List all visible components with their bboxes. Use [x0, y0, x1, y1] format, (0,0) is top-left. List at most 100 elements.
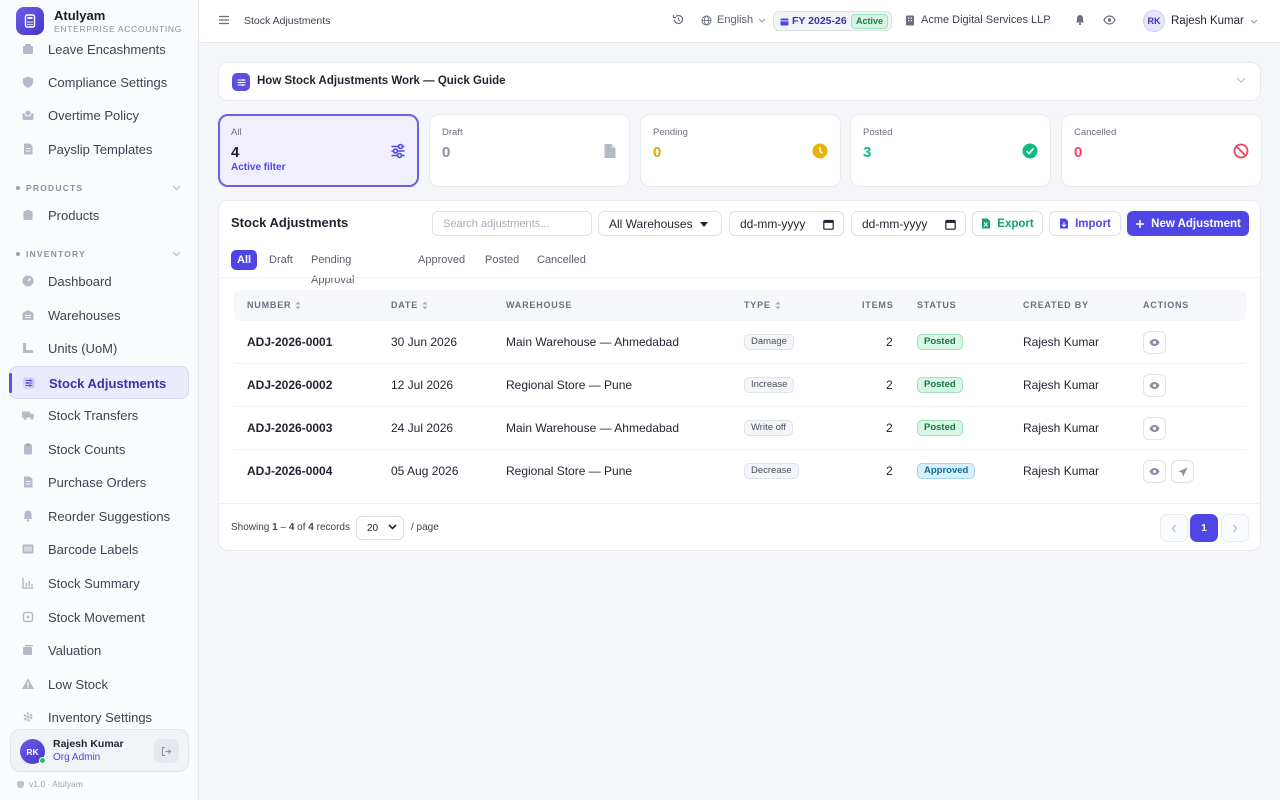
export-button[interactable]: Export	[972, 211, 1043, 236]
file-icon	[604, 144, 616, 158]
sidebar-item-reorder-suggestions[interactable]: Reorder Suggestions	[9, 500, 189, 533]
sidebar-item-leave-encashments[interactable]: Leave Encashments	[9, 42, 189, 66]
sidebar-item-stock-summary[interactable]: Stock Summary	[9, 567, 189, 600]
column-header-date[interactable]: DATE	[391, 300, 428, 310]
tab-posted[interactable]: Posted	[485, 250, 519, 270]
cell-number[interactable]: ADJ-2026-0004	[247, 464, 332, 478]
history-icon[interactable]	[672, 13, 685, 26]
table-header: NUMBER DATE WAREHOUSE TYPE ITEMS STATUS …	[234, 290, 1246, 321]
sidebar-item-compliance-settings[interactable]: Compliance Settings	[9, 66, 189, 99]
sidebar-item-stock-movement[interactable]: Stock Movement	[9, 601, 189, 634]
page-button-current[interactable]: 1	[1190, 514, 1218, 542]
column-header-status: STATUS	[917, 300, 956, 310]
cell-number[interactable]: ADJ-2026-0002	[247, 378, 332, 392]
sidebar-item-label: Stock Summary	[48, 576, 140, 591]
sidebar-item-products[interactable]: Products	[9, 199, 189, 232]
tab-cancelled[interactable]: Cancelled	[537, 250, 586, 270]
sidebar-item-purchase-orders[interactable]: Purchase Orders	[9, 466, 189, 499]
view-button[interactable]	[1143, 374, 1166, 397]
table-row[interactable]: ADJ-2026-0002 12 Jul 2026 Regional Store…	[234, 364, 1246, 407]
section-dot	[16, 252, 20, 256]
date-to-input[interactable]: dd-mm-yyyy	[851, 211, 966, 236]
column-label: DATE	[391, 300, 419, 310]
section-header-inventory[interactable]: INVENTORY	[16, 249, 86, 259]
calendar-icon[interactable]	[945, 219, 956, 230]
sidebar-item-overtime-policy[interactable]: Overtime Policy	[9, 99, 189, 132]
adjustments-panel: Stock Adjustments All Warehouses dd-mm-y…	[218, 200, 1261, 551]
sidebar-item-label: Stock Adjustments	[49, 376, 167, 391]
stat-card-all[interactable]: All 4 Active filter	[218, 114, 419, 187]
online-status-dot	[39, 757, 46, 764]
sidebar-item-warehouses[interactable]: Warehouses	[9, 299, 189, 332]
chart-icon	[20, 575, 36, 591]
chevron-down-icon[interactable]	[1236, 77, 1246, 83]
calendar-icon[interactable]	[823, 219, 834, 230]
sidebar-item-stock-counts[interactable]: Stock Counts	[9, 433, 189, 466]
language-selector[interactable]: English	[701, 14, 766, 26]
clock-icon	[812, 143, 828, 159]
stat-card-cancelled[interactable]: Cancelled 0	[1061, 114, 1262, 187]
stat-label: All	[231, 127, 242, 138]
logout-button[interactable]	[154, 739, 179, 763]
search-input[interactable]	[432, 211, 592, 236]
tab-approved[interactable]: Approved	[418, 250, 465, 270]
chevron-down-icon[interactable]	[172, 185, 181, 191]
sidebar-item-barcode-labels[interactable]: Barcode Labels	[9, 533, 189, 566]
sidebar-item-inventory-settings[interactable]: Inventory Settings	[9, 701, 189, 724]
company-selector[interactable]: Acme Digital Services LLP	[905, 14, 1051, 26]
bell-icon[interactable]	[1074, 14, 1086, 26]
quick-guide-panel[interactable]: How Stock Adjustments Work — Quick Guide	[218, 62, 1261, 101]
table-row[interactable]: ADJ-2026-0004 05 Aug 2026 Regional Store…	[234, 450, 1246, 493]
sidebar-item-dashboard[interactable]: Dashboard	[9, 265, 189, 298]
sidebar-item-units[interactable]: Units (UoM)	[9, 332, 189, 365]
eye-icon[interactable]	[1103, 14, 1116, 26]
sidebar-user-card[interactable]: RK Rajesh Kumar Org Admin	[10, 729, 189, 772]
app-logo-icon	[16, 7, 44, 35]
sidebar-item-stock-adjustments[interactable]: Stock Adjustments	[9, 366, 189, 399]
tab-draft[interactable]: Draft	[269, 250, 293, 270]
view-button[interactable]	[1143, 417, 1166, 440]
sidebar-item-label: Leave Encashments	[48, 42, 166, 57]
warehouse-filter-select[interactable]: All Warehouses	[598, 211, 722, 236]
tab-all[interactable]: All	[231, 250, 258, 270]
cell-created-by: Rajesh Kumar	[1023, 421, 1100, 435]
cell-number[interactable]: ADJ-2026-0003	[247, 421, 332, 435]
stat-card-pending[interactable]: Pending 0	[640, 114, 841, 187]
brand[interactable]: Atulyam ENTERPRISE ACCOUNTING	[0, 0, 198, 42]
view-button[interactable]	[1143, 331, 1166, 354]
import-button[interactable]: Import	[1049, 211, 1121, 236]
chevron-down-icon[interactable]	[172, 251, 181, 257]
sidebar-item-label: Valuation	[48, 643, 102, 658]
view-button[interactable]	[1143, 460, 1166, 483]
sidebar-item-stock-transfers[interactable]: Stock Transfers	[9, 399, 189, 432]
next-page-button[interactable]	[1221, 514, 1249, 542]
tab-pending-approval[interactable]: Pending Approval	[311, 250, 354, 286]
sidebar-item-label: Payslip Templates	[48, 142, 153, 157]
sidebar-item-low-stock[interactable]: Low Stock	[9, 668, 189, 701]
sort-icon	[775, 301, 781, 309]
column-header-type[interactable]: TYPE	[744, 300, 781, 310]
table-row[interactable]: ADJ-2026-0003 24 Jul 2026 Main Warehouse…	[234, 407, 1246, 450]
table-row[interactable]: ADJ-2026-0001 30 Jun 2026 Main Warehouse…	[234, 321, 1246, 364]
stat-card-posted[interactable]: Posted 3	[850, 114, 1051, 187]
avatar: RK	[1143, 10, 1165, 32]
stat-card-draft[interactable]: Draft 0	[429, 114, 630, 187]
fiscal-year: FY 2025-26	[780, 15, 847, 27]
prev-page-button[interactable]	[1160, 514, 1188, 542]
sidebar-item-payslip-templates[interactable]: Payslip Templates	[9, 133, 189, 166]
page-size-select[interactable]: 20	[356, 516, 404, 540]
cell-number[interactable]: ADJ-2026-0001	[247, 335, 332, 349]
cell-items: 2	[886, 335, 893, 349]
post-button[interactable]	[1171, 460, 1194, 483]
section-header-products[interactable]: PRODUCTS	[16, 183, 83, 193]
date-from-input[interactable]: dd-mm-yyyy	[729, 211, 844, 236]
new-adjustment-button[interactable]: New Adjustment	[1127, 211, 1249, 236]
menu-icon[interactable]	[218, 14, 230, 26]
column-header-created-by: CREATED BY	[1023, 300, 1089, 310]
sidebar-item-valuation[interactable]: Valuation	[9, 634, 189, 667]
stat-value: 4	[231, 144, 240, 161]
fiscal-year-selector[interactable]: FY 2025-26 Active	[773, 11, 892, 31]
user-menu[interactable]: RK Rajesh Kumar	[1143, 10, 1258, 32]
column-header-number[interactable]: NUMBER	[247, 300, 301, 310]
company-name: Acme Digital Services LLP	[921, 14, 1051, 26]
